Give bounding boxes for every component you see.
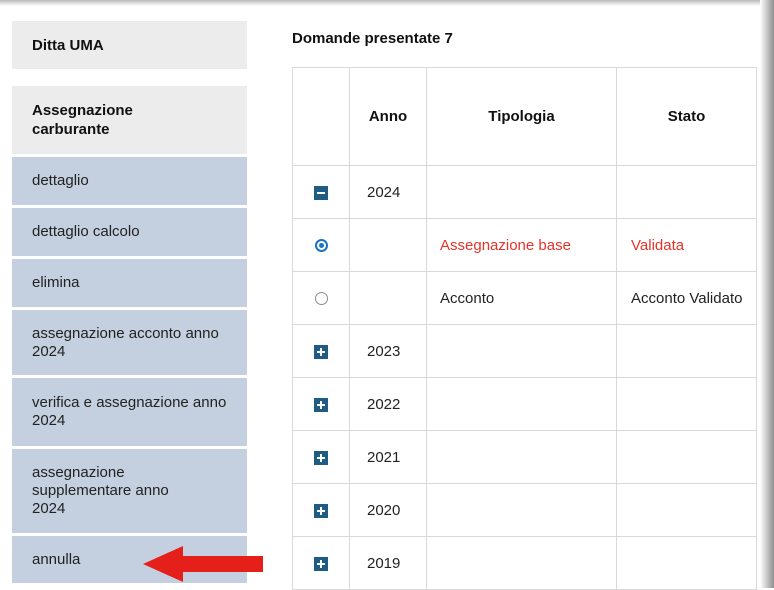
applications-table: Anno Tipologia Stato 2024 Assegnazione b… [292,67,757,590]
sidebar-header-assegnazione[interactable]: Assegnazione carburante [12,86,247,154]
tipologia-cell [426,165,617,219]
sidebar-item-label: verifica e assegnazione anno 2024 [32,394,227,429]
row-control-cell [292,483,350,537]
column-header-tipologia: Tipologia [426,67,617,166]
tipologia-cell: Assegnazione base [426,218,617,272]
stato-cell [616,430,757,484]
sidebar-item-assegnazione-supplementare[interactable]: assegnazione supplementare anno 2024 [12,446,247,533]
tipologia-cell [426,483,617,537]
row-control-cell [292,271,350,325]
radio-selected-icon[interactable] [314,239,328,253]
anno-cell: 2021 [349,430,427,484]
row-control-cell [292,536,350,590]
sidebar-item-verifica-assegnazione[interactable]: verifica e assegnazione anno 2024 [12,375,247,446]
sidebar-menu: Ditta UMA Assegnazione carburante dettag… [12,21,247,583]
sidebar-header-label: Ditta UMA [32,36,104,54]
expand-plus-icon[interactable] [314,344,328,359]
stato-cell: Validata [616,218,757,272]
table-row: 2019 [292,536,757,590]
window-right-shadow [760,0,774,588]
stato-cell [616,536,757,590]
sidebar-item-assegnazione-acconto[interactable]: assegnazione acconto anno 2024 [12,307,247,375]
table-row: 2024 [292,165,757,219]
stato-cell [616,483,757,537]
red-arrow-icon [143,546,263,582]
window-top-shadow [0,0,774,6]
table-row: 2023 [292,324,757,378]
table-row: 2020 [292,483,757,537]
sidebar-header-ditta[interactable]: Ditta UMA [12,21,247,69]
expand-plus-icon[interactable] [314,397,328,412]
row-control-cell [292,324,350,378]
sidebar-item-elimina[interactable]: elimina [12,256,247,307]
expand-plus-icon[interactable] [314,450,328,465]
tipologia-cell: Acconto [426,271,617,325]
row-control-cell [292,165,350,219]
stato-cell [616,165,757,219]
column-header-anno: Anno [349,67,427,166]
stato-cell: Acconto Validato [616,271,757,325]
tipologia-cell [426,377,617,431]
anno-cell: 2022 [349,377,427,431]
anno-cell: 2020 [349,483,427,537]
sidebar-item-label: elimina [32,274,80,291]
table-row: Acconto Acconto Validato [292,271,757,325]
anno-cell: 2024 [349,165,427,219]
sidebar-item-label: dettaglio [32,172,89,189]
stato-cell [616,377,757,431]
sidebar-item-label: assegnazione supplementare anno 2024 [32,464,169,517]
row-control-cell [292,218,350,272]
tipologia-cell [426,324,617,378]
anno-cell [349,271,427,325]
stato-cell [616,324,757,378]
collapse-minus-icon[interactable] [314,185,328,200]
column-header-stato: Stato [616,67,757,166]
sidebar-item-label: assegnazione acconto anno 2024 [32,324,219,360]
anno-cell: 2023 [349,324,427,378]
sidebar-header-label: Assegnazione carburante [32,102,133,138]
tipologia-cell [426,430,617,484]
page-title: Domande presentate 7 [292,30,453,47]
table-row: 2021 [292,430,757,484]
anno-cell [349,218,427,272]
row-control-cell [292,377,350,431]
expand-plus-icon[interactable] [314,556,328,571]
radio-icon[interactable] [314,292,328,306]
row-control-cell [292,430,350,484]
anno-cell: 2019 [349,536,427,590]
sidebar-item-label: annulla [32,550,81,568]
expand-plus-icon[interactable] [314,503,328,518]
table-row: 2022 [292,377,757,431]
table-header-row: Anno Tipologia Stato [292,67,757,166]
sidebar-item-dettaglio-calcolo[interactable]: dettaglio calcolo [12,205,247,256]
sidebar-item-label: dettaglio calcolo [32,223,140,240]
sidebar-item-dettaglio[interactable]: dettaglio [12,154,247,205]
table-row: Assegnazione base Validata [292,218,757,272]
tipologia-cell [426,536,617,590]
column-header-control [292,67,350,166]
